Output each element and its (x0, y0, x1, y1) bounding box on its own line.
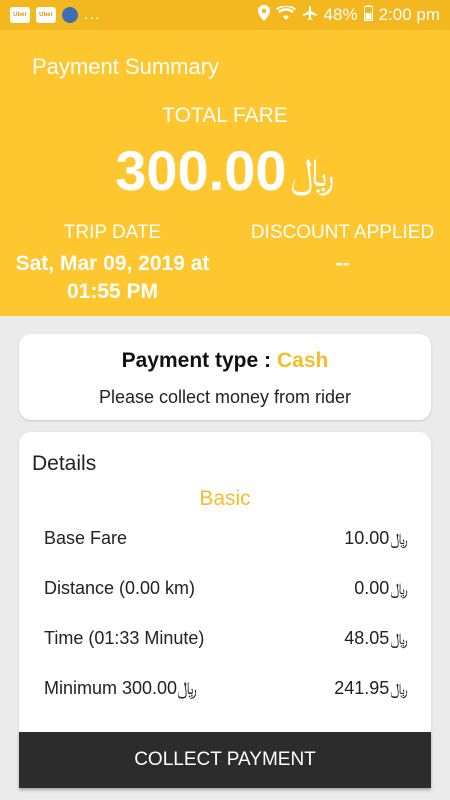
payment-note: Please collect money from rider (98, 387, 352, 407)
details-title: Details (32, 452, 97, 475)
app-icon (62, 7, 78, 23)
currency-symbol: ﷼ (390, 581, 408, 598)
discount-label: DISCOUNT APPLIED (250, 222, 435, 243)
status-bar-left: Uber Uber ... (10, 6, 100, 24)
fare-row-label: Distance (0.00 km) (44, 578, 196, 598)
payment-type-value: Cash (277, 349, 329, 372)
page-title: Payment Summary (32, 54, 220, 79)
fare-row-value: 48.05﷼ (344, 628, 408, 648)
uber-app-icon-2: Uber (36, 7, 56, 23)
fare-row-minimum: Minimum 300.00﷼ 241.95﷼ (44, 678, 408, 699)
clock: 2:00 pm (378, 5, 440, 24)
fare-row-label: Base Fare (44, 528, 128, 548)
status-bar: Uber Uber ... 48% 2:00 pm (0, 0, 450, 30)
total-fare-amount: 300.00 ﷼ (0, 138, 450, 203)
total-fare-label: TOTAL FARE (162, 104, 288, 127)
currency-symbol: ﷼ (390, 631, 408, 648)
status-bar-right: 48% 2:00 pm (257, 4, 440, 26)
battery-icon (363, 4, 373, 26)
airplane-icon (302, 5, 318, 26)
trip-date-label: TRIP DATE (63, 222, 162, 243)
details-section-basic: Basic (199, 487, 251, 510)
fare-row-time: Time (01:33 Minute) 48.05﷼ (44, 628, 408, 649)
discount-value: -- (335, 252, 350, 275)
battery-percent: 48% (323, 5, 358, 24)
discount-applied: DISCOUNT APPLIED -- (230, 222, 450, 278)
payment-type-card: Payment type : Cash Please collect money … (19, 334, 431, 420)
trip-date-value: Sat, Mar 09, 2019 at 01:55 PM (15, 252, 210, 303)
fare-row-value: 10.00﷼ (344, 528, 408, 548)
payment-type-label: Payment type : (121, 349, 272, 372)
currency-symbol: ﷼ (390, 531, 408, 548)
currency-symbol: ﷼ (290, 151, 335, 195)
collect-payment-button[interactable]: COLLECT PAYMENT (19, 732, 431, 788)
uber-app-icon: Uber (10, 7, 30, 23)
fare-row-label: Time (01:33 Minute) (44, 628, 205, 648)
fare-row-label: Minimum 300.00﷼ (44, 678, 197, 698)
trip-date: TRIP DATE Sat, Mar 09, 2019 at 01:55 PM (0, 222, 225, 306)
fare-row-distance: Distance (0.00 km) 0.00﷼ (44, 578, 408, 599)
payment-type-row: Payment type : Cash (19, 349, 431, 373)
currency-symbol: ﷼ (390, 681, 408, 698)
fare-row-value: 0.00﷼ (354, 578, 408, 598)
location-icon (257, 4, 270, 26)
notification-overflow: ... (84, 6, 101, 23)
payment-summary-header: Payment Summary TOTAL FARE 300.00 ﷼ TRIP … (0, 30, 450, 316)
fare-row-value: 241.95﷼ (334, 678, 408, 698)
fare-details-card[interactable]: Details Basic Base Fare 10.00﷼ Distance … (19, 432, 431, 732)
total-fare-value: 300.00 (115, 139, 287, 202)
fare-row-base: Base Fare 10.00﷼ (44, 528, 408, 549)
wifi-icon (275, 5, 296, 25)
